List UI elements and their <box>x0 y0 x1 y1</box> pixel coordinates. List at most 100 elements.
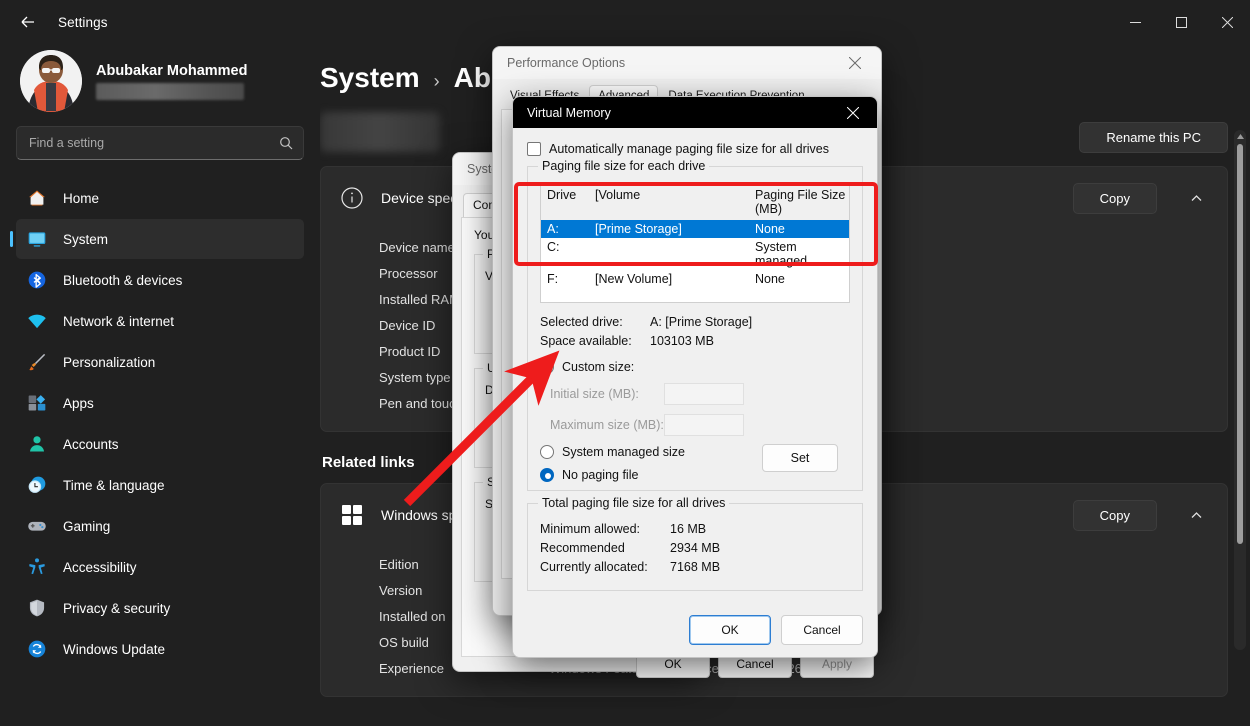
system-managed-radio[interactable] <box>540 445 554 459</box>
column-paging-size: Paging File Size (MB) <box>755 188 849 216</box>
total-row: Minimum allowed:16 MB <box>540 520 850 539</box>
close-icon[interactable] <box>833 98 873 128</box>
drive-list-rows: A:[Prime Storage]NoneC:System managedF:[… <box>541 220 849 288</box>
virtual-memory-footer: OK Cancel <box>689 615 863 645</box>
sidebar-item-gaming[interactable]: Gaming <box>16 506 304 546</box>
maximum-size-row[interactable]: Maximum size (MB): <box>540 414 850 436</box>
sidebar-item-accessibility[interactable]: Accessibility <box>16 547 304 587</box>
total-key: Currently allocated: <box>540 558 670 577</box>
drive-row[interactable]: F:[New Volume]None <box>541 270 849 288</box>
no-paging-file-label: No paging file <box>562 468 638 482</box>
sidebar-item-personalization[interactable]: Personalization <box>16 342 304 382</box>
maximum-size-input[interactable] <box>664 414 744 436</box>
drive-size: System managed <box>755 240 849 268</box>
minimize-button[interactable] <box>1112 0 1158 44</box>
paintbrush-icon <box>26 351 48 373</box>
totals-rows: Minimum allowed:16 MBRecommended2934 MBC… <box>540 520 850 577</box>
space-available-label: Space available: <box>540 332 650 351</box>
vertical-scrollbar[interactable] <box>1234 130 1246 650</box>
column-drive: Drive <box>547 188 595 216</box>
device-spec-copy-button[interactable]: Copy <box>1073 183 1157 214</box>
drive-list-table[interactable]: Drive [Volume Paging File Size (MB) A:[P… <box>540 183 850 303</box>
scrollbar-thumb[interactable] <box>1237 144 1243 544</box>
selected-drive-row: Selected drive: A: [Prime Storage] <box>540 313 850 332</box>
initial-size-input[interactable] <box>664 383 744 405</box>
profile-email-redacted <box>96 83 244 100</box>
close-button[interactable] <box>1204 0 1250 44</box>
drive-row[interactable]: C: System managed <box>541 238 849 270</box>
home-icon <box>26 187 48 209</box>
search-input[interactable] <box>29 136 279 150</box>
selected-drive-label: Selected drive: <box>540 313 650 332</box>
no-paging-file-radio[interactable] <box>540 468 554 482</box>
no-paging-file-row[interactable]: No paging file Set <box>540 468 850 482</box>
scroll-up-icon[interactable] <box>1234 130 1246 142</box>
update-icon <box>26 638 48 660</box>
vm-ok-button[interactable]: OK <box>689 615 771 645</box>
initial-size-row[interactable]: Initial size (MB): <box>540 383 850 405</box>
system-managed-label: System managed size <box>562 445 685 459</box>
settings-titlebar: Settings <box>0 0 1250 44</box>
rename-pc-button[interactable]: Rename this PC <box>1079 122 1228 153</box>
virtual-memory-title: Virtual Memory <box>527 106 833 120</box>
total-key: Minimum allowed: <box>540 520 670 539</box>
sidebar-item-apps[interactable]: Apps <box>16 383 304 423</box>
vm-cancel-button[interactable]: Cancel <box>781 615 863 645</box>
drive-drive: C: <box>547 240 595 268</box>
custom-size-row[interactable]: Custom size: <box>540 360 850 374</box>
space-available-row: Space available: 103103 MB <box>540 332 850 351</box>
search-input-wrapper[interactable] <box>16 126 304 160</box>
sidebar-item-label: Bluetooth & devices <box>63 273 182 288</box>
total-row: Currently allocated:7168 MB <box>540 558 850 577</box>
back-arrow-icon[interactable] <box>10 7 46 37</box>
drive-volume: [Prime Storage] <box>595 222 755 236</box>
breadcrumb-system[interactable]: System <box>320 62 420 94</box>
virtual-memory-body: Automatically manage paging file size fo… <box>513 128 877 658</box>
custom-size-label: Custom size: <box>562 360 634 374</box>
windows-spec-copy-button[interactable]: Copy <box>1073 500 1157 531</box>
total-row: Recommended2934 MB <box>540 539 850 558</box>
avatar <box>20 50 82 112</box>
virtual-memory-dialog[interactable]: Virtual Memory Automatically manage pagi… <box>512 96 878 658</box>
sidebar-item-windows-update[interactable]: Windows Update <box>16 629 304 669</box>
breadcrumb-separator-icon: › <box>434 71 440 92</box>
sidebar-item-system[interactable]: System <box>16 219 304 259</box>
close-icon[interactable] <box>835 48 875 78</box>
maximize-button[interactable] <box>1158 0 1204 44</box>
drive-list-header: Drive [Volume Paging File Size (MB) <box>541 184 849 220</box>
bluetooth-icon <box>26 269 48 291</box>
sidebar-item-time-language[interactable]: Time & language <box>16 465 304 505</box>
drive-row[interactable]: A:[Prime Storage]None <box>541 220 849 238</box>
clock-icon <box>26 474 48 496</box>
drive-drive: A: <box>547 222 595 236</box>
info-icon <box>339 185 365 211</box>
sidebar-item-accounts[interactable]: Accounts <box>16 424 304 464</box>
chevron-up-icon[interactable] <box>1179 499 1213 531</box>
sidebar-item-label: Windows Update <box>63 642 165 657</box>
display-icon <box>26 228 48 250</box>
sidebar-item-bluetooth-devices[interactable]: Bluetooth & devices <box>16 260 304 300</box>
space-available-value: 103103 MB <box>650 332 714 351</box>
total-value: 2934 MB <box>670 539 720 558</box>
sidebar-item-label: Privacy & security <box>63 601 170 616</box>
custom-size-radio[interactable] <box>540 360 554 374</box>
sidebar-item-privacy-security[interactable]: Privacy & security <box>16 588 304 628</box>
set-button-wrap: Set <box>762 444 838 472</box>
initial-size-label: Initial size (MB): <box>540 387 664 401</box>
performance-options-titlebar: Performance Options <box>493 47 881 79</box>
accessibility-icon <box>26 556 48 578</box>
paging-file-group-legend: Paging file size for each drive <box>538 159 709 173</box>
gamepad-icon <box>26 515 48 537</box>
sidebar-item-network-internet[interactable]: Network & internet <box>16 301 304 341</box>
user-profile[interactable]: Abubakar Mohammed <box>16 44 304 126</box>
set-button[interactable]: Set <box>762 444 838 472</box>
chevron-up-icon[interactable] <box>1179 182 1213 214</box>
totals-group-legend: Total paging file size for all drives <box>538 496 729 510</box>
virtual-memory-titlebar: Virtual Memory <box>513 97 877 128</box>
selected-drive-value: A: [Prime Storage] <box>650 313 752 332</box>
drive-size: None <box>755 272 849 286</box>
auto-manage-checkbox[interactable] <box>527 142 541 156</box>
auto-manage-row[interactable]: Automatically manage paging file size fo… <box>527 142 863 156</box>
windows-logo-icon <box>339 502 365 528</box>
sidebar-item-home[interactable]: Home <box>16 178 304 218</box>
